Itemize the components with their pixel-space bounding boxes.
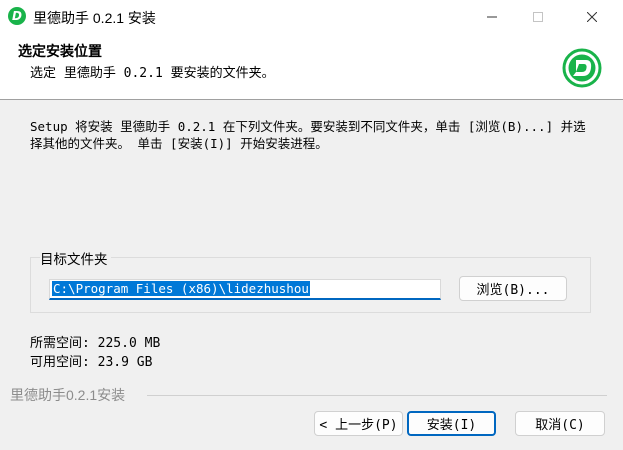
cancel-button[interactable]: 取消(C) (515, 411, 605, 436)
title-bar: D 里德助手 0.2.1 安装 (0, 0, 623, 33)
page-subtitle: 选定 里德助手 0.2.1 要安装的文件夹。 (30, 66, 275, 81)
window-title: 里德助手 0.2.1 安装 (33, 10, 156, 26)
lidezhushou-logo-icon (562, 48, 602, 88)
install-description: Setup 将安装 里德助手 0.2.1 在下列文件夹。要安装到不同文件夹，单击… (30, 119, 586, 151)
install-path-value: C:\Program Files (x86)\lidezhushou (52, 281, 310, 296)
browse-button[interactable]: 浏览(B)... (459, 276, 567, 301)
maximize-button[interactable] (515, 0, 561, 33)
minimize-button[interactable] (469, 0, 515, 33)
page-header: 选定安装位置 选定 里德助手 0.2.1 要安装的文件夹。 (0, 33, 623, 100)
branding-divider (147, 395, 607, 396)
destination-folder-label: 目标文件夹 (40, 248, 111, 268)
minimize-icon (487, 16, 497, 17)
page-title: 选定安装位置 (18, 43, 102, 59)
space-required: 所需空间: 225.0 MB (30, 336, 161, 351)
installer-branding: 里德助手0.2.1安装 (10, 387, 126, 403)
back-button[interactable]: < 上一步(P) (314, 411, 403, 436)
maximize-icon (533, 11, 543, 22)
close-button[interactable] (569, 0, 615, 33)
install-path-input[interactable]: C:\Program Files (x86)\lidezhushou (49, 279, 441, 300)
install-button[interactable]: 安装(I) (407, 411, 496, 436)
space-available: 可用空间: 23.9 GB (30, 355, 153, 370)
close-icon (587, 11, 597, 22)
app-icon: D (8, 7, 26, 25)
